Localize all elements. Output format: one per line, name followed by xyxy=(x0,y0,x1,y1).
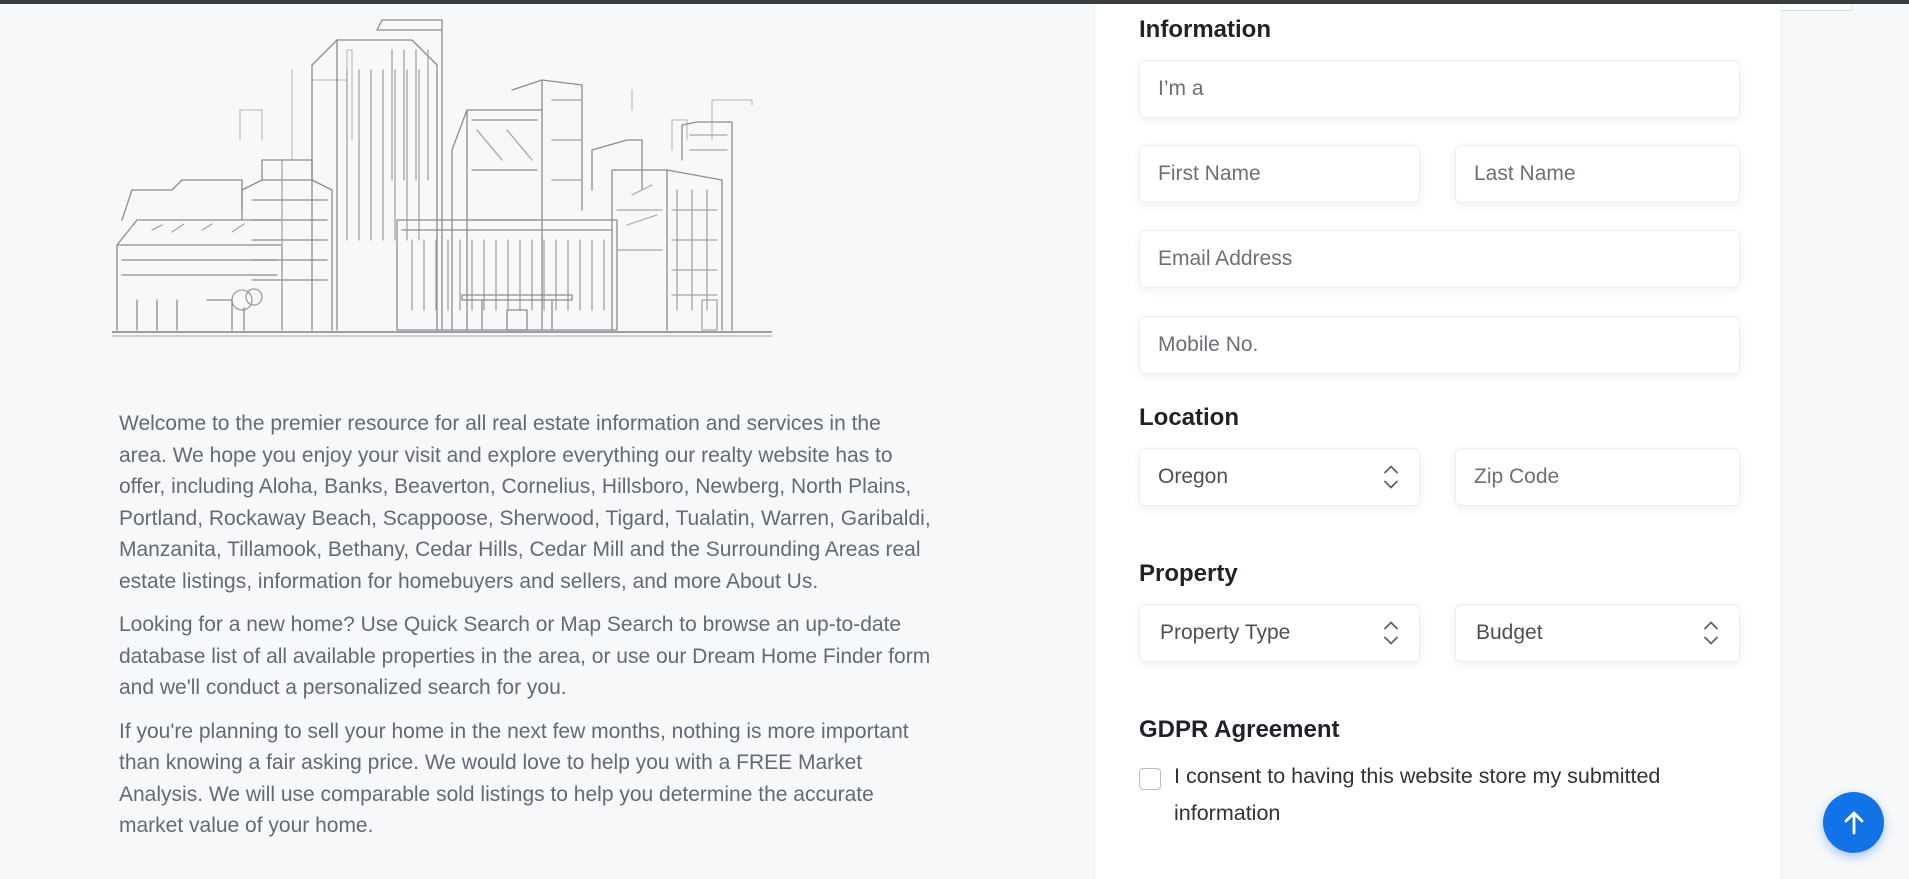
budget-select[interactable]: Budget xyxy=(1455,604,1740,662)
email-input[interactable] xyxy=(1140,231,1739,287)
dream-home-form-panel: Information Location Oregon Property Pro… xyxy=(1094,4,1782,879)
gdpr-consent-label[interactable]: I consent to having this website store m… xyxy=(1174,758,1699,832)
chevron-up-down-icon xyxy=(1381,465,1401,489)
top-right-tab xyxy=(1778,4,1852,11)
mobile-field[interactable] xyxy=(1139,316,1740,374)
zip-code-input[interactable] xyxy=(1456,449,1739,505)
property-type-select[interactable]: Property Type xyxy=(1139,604,1420,662)
last-name-field[interactable] xyxy=(1455,145,1740,203)
gdpr-consent: I consent to having this website store m… xyxy=(1139,764,1699,832)
scroll-to-top-button[interactable] xyxy=(1823,792,1884,853)
budget-select-value: Budget xyxy=(1476,621,1543,644)
intro-paragraph-welcome: Welcome to the premier resource for all … xyxy=(119,412,931,593)
im-a-field[interactable] xyxy=(1139,60,1740,118)
location-heading: Location xyxy=(1139,404,1239,431)
gdpr-heading: GDPR Agreement xyxy=(1139,716,1340,743)
state-select[interactable]: Oregon xyxy=(1139,448,1420,506)
intro-paragraph-sell: If you're planning to sell your home in … xyxy=(119,719,909,838)
city-buildings-illustration xyxy=(112,19,772,337)
property-type-select-value: Property Type xyxy=(1160,621,1291,644)
arrow-up-icon xyxy=(1844,811,1863,834)
chevron-up-down-icon xyxy=(1381,621,1401,645)
email-field[interactable] xyxy=(1139,230,1740,288)
chevron-up-down-icon xyxy=(1701,621,1721,645)
zip-code-field[interactable] xyxy=(1455,448,1740,506)
property-heading: Property xyxy=(1139,560,1238,587)
first-name-field[interactable] xyxy=(1139,145,1420,203)
state-select-value: Oregon xyxy=(1158,465,1229,488)
mobile-input[interactable] xyxy=(1140,317,1739,373)
information-heading: Information xyxy=(1139,16,1271,43)
last-name-input[interactable] xyxy=(1456,146,1739,202)
first-name-input[interactable] xyxy=(1140,146,1419,202)
intro-paragraph-search: Looking for a new home? Use Quick Search… xyxy=(119,613,931,699)
im-a-input[interactable] xyxy=(1140,61,1739,117)
intro-text: Welcome to the premier resource for all … xyxy=(119,408,934,854)
gdpr-consent-checkbox[interactable] xyxy=(1139,768,1161,790)
